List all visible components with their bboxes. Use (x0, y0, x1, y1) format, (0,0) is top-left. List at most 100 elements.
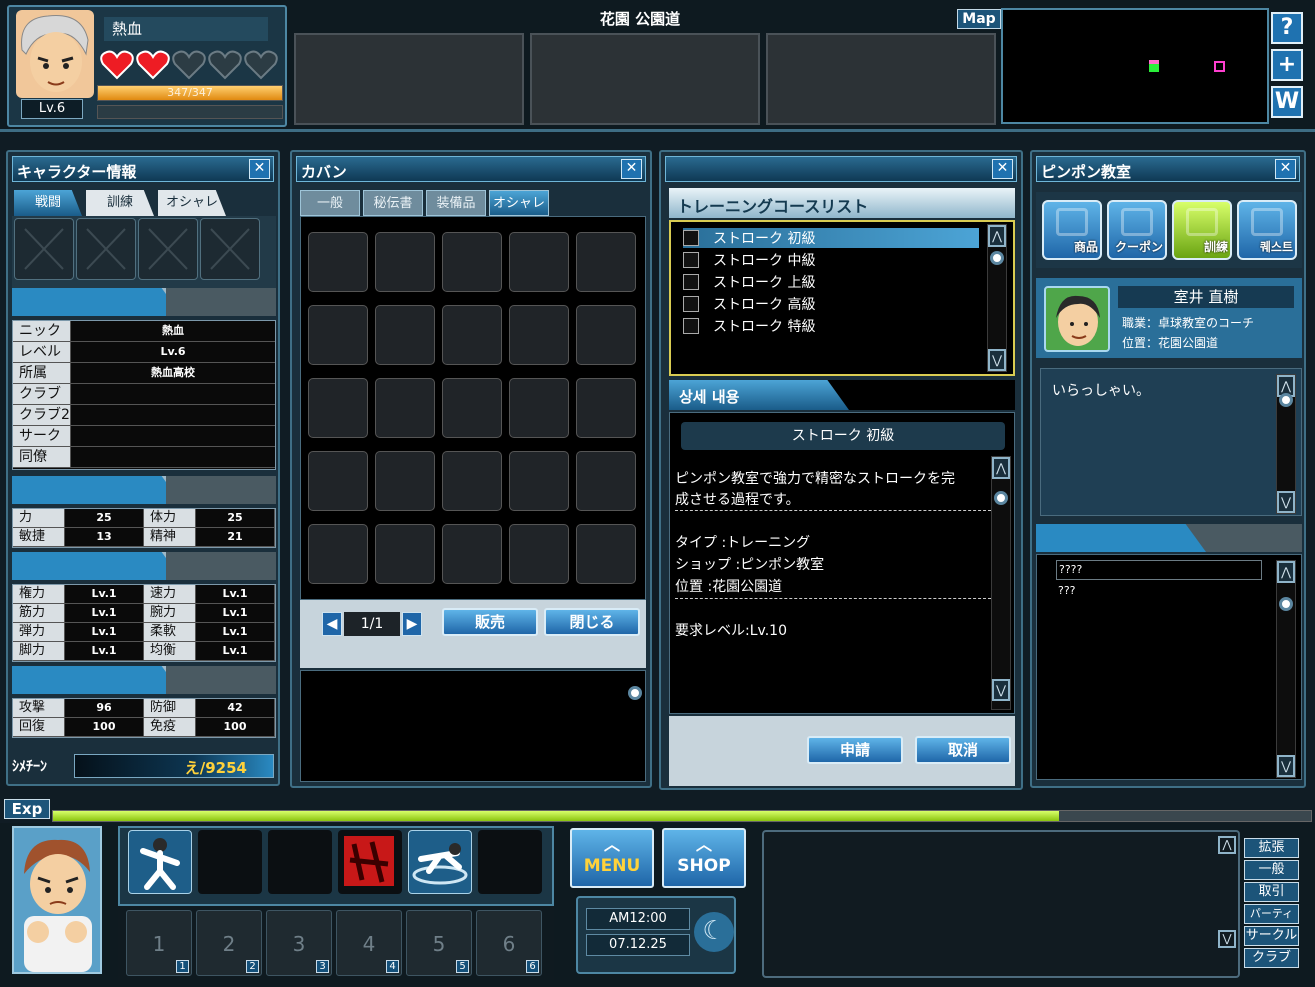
chat-tab-3[interactable]: パーティー (1244, 904, 1299, 938)
bag-slot[interactable] (308, 232, 368, 292)
bag-slot[interactable] (442, 451, 502, 511)
close-icon[interactable]: ✕ (992, 159, 1013, 179)
training-titlebar[interactable]: ✕ (665, 156, 1017, 182)
dialog-scrollbar[interactable]: ⋀ ⋁ (1276, 374, 1296, 514)
close-icon[interactable]: ✕ (249, 159, 270, 179)
bag-slot[interactable] (308, 524, 368, 584)
scroll-down-icon[interactable]: ⋁ (1277, 491, 1295, 513)
player-avatar-large[interactable] (12, 826, 102, 974)
scroll-down-icon[interactable]: ⋁ (992, 679, 1010, 701)
bag-slot[interactable] (509, 232, 569, 292)
checkbox[interactable] (683, 230, 699, 246)
checkbox[interactable] (683, 296, 699, 312)
tab-bag-3[interactable]: オシャレ (489, 190, 549, 216)
course-item[interactable]: ストローク 中級 (683, 250, 979, 270)
tab-bag-0[interactable]: 一般 (300, 190, 360, 216)
equip-slot[interactable] (200, 218, 260, 280)
hotkey-slot-1[interactable]: 11 (126, 910, 192, 976)
bag-slot[interactable] (308, 451, 368, 511)
tab-shop-3[interactable]: 퀘스트 (1237, 200, 1297, 260)
world-button[interactable]: W (1271, 86, 1303, 118)
chat-window[interactable] (762, 830, 1240, 978)
bag-slot[interactable] (375, 524, 435, 584)
help-button[interactable]: ? (1271, 12, 1303, 44)
shop-button[interactable]: ︿ SHOP (662, 828, 746, 888)
chat-tab-0[interactable]: 拡張 (1244, 838, 1299, 858)
course-scrollbar[interactable]: ⋀ ⋁ (987, 224, 1007, 372)
quickslot-3[interactable] (766, 33, 996, 125)
skill-slot-6[interactable] (478, 830, 542, 894)
cancel-button[interactable]: 取消 (915, 736, 1011, 764)
tab-character-0[interactable]: 戦闘 (14, 190, 82, 216)
detail-scrollbar[interactable]: ⋀ ⋁ (991, 456, 1011, 710)
expand-button[interactable]: + (1271, 49, 1303, 81)
bag-slot[interactable] (308, 378, 368, 438)
chat-scroll-up-icon[interactable]: ⋀ (1218, 836, 1236, 854)
sell-button[interactable]: 販売 (442, 608, 538, 636)
tab-shop-2[interactable]: 訓練 (1172, 200, 1232, 260)
bag-slot[interactable] (375, 378, 435, 438)
close-button[interactable]: 閉じる (544, 608, 640, 636)
quest-item-2[interactable]: ??? (1058, 584, 1076, 597)
page-next-button[interactable]: ▶ (402, 612, 422, 636)
bag-slot[interactable] (375, 451, 435, 511)
bag-slot[interactable] (442, 378, 502, 438)
scroll-up-icon[interactable]: ⋀ (988, 225, 1006, 247)
checkbox[interactable] (683, 318, 699, 334)
chat-tab-2[interactable]: 取引 (1244, 882, 1299, 902)
skill-slot-2[interactable] (198, 830, 262, 894)
course-item[interactable]: ストローク 特級 (683, 316, 979, 336)
bag-slot[interactable] (509, 524, 569, 584)
bag-slot[interactable] (576, 232, 636, 292)
tab-character-1[interactable]: 訓練 (86, 190, 154, 216)
quickslot-1[interactable] (294, 33, 524, 125)
scroll-up-icon[interactable]: ⋀ (992, 457, 1010, 479)
scroll-knob[interactable] (994, 491, 1008, 505)
hotkey-slot-6[interactable]: 66 (476, 910, 542, 976)
scroll-knob[interactable] (990, 251, 1004, 265)
bag-slot[interactable] (576, 378, 636, 438)
scroll-down-icon[interactable]: ⋁ (1277, 755, 1295, 777)
scroll-knob[interactable] (1279, 393, 1293, 407)
chat-tab-4[interactable]: サークル (1244, 926, 1299, 946)
tab-shop-1[interactable]: クーポン (1107, 200, 1167, 260)
equip-slot[interactable] (76, 218, 136, 280)
course-item[interactable]: ストローク 初級 (683, 228, 979, 248)
quickslot-2[interactable] (530, 33, 760, 125)
bag-slot[interactable] (509, 305, 569, 365)
skill-slot-5[interactable] (408, 830, 472, 894)
course-item[interactable]: ストローク 高級 (683, 294, 979, 314)
scroll-down-icon[interactable]: ⋁ (988, 349, 1006, 371)
checkbox[interactable] (683, 274, 699, 290)
avatar[interactable] (16, 10, 94, 98)
scroll-up-icon[interactable]: ⋀ (1277, 561, 1295, 583)
menu-button[interactable]: ︿ MENU (570, 828, 654, 888)
chat-tab-5[interactable]: クラブ (1244, 948, 1299, 968)
bag-slot[interactable] (442, 232, 502, 292)
bag-slot[interactable] (509, 378, 569, 438)
bag-slot[interactable] (308, 305, 368, 365)
pingpong-titlebar[interactable]: ピンポン教室 ✕ (1036, 156, 1300, 182)
page-prev-button[interactable]: ◀ (322, 612, 342, 636)
bag-info-scroll-knob[interactable] (628, 686, 642, 700)
chat-tab-1[interactable]: 一般 (1244, 860, 1299, 880)
bag-slot[interactable] (509, 451, 569, 511)
chat-scroll-down-icon[interactable]: ⋁ (1218, 930, 1236, 948)
quest-item-1[interactable]: ???? (1056, 560, 1262, 580)
hotkey-slot-5[interactable]: 55 (406, 910, 472, 976)
bag-slot[interactable] (576, 524, 636, 584)
bag-titlebar[interactable]: カバン ✕ (296, 156, 646, 182)
bag-slot[interactable] (442, 524, 502, 584)
minimap[interactable] (1001, 8, 1269, 124)
apply-button[interactable]: 申請 (807, 736, 903, 764)
skill-slot-1[interactable] (128, 830, 192, 894)
skill-slot-3[interactable] (268, 830, 332, 894)
tab-bag-1[interactable]: 秘伝書 (363, 190, 423, 216)
bag-slot[interactable] (442, 305, 502, 365)
tab-character-2[interactable]: オシャレ (158, 190, 226, 216)
quest-scrollbar[interactable]: ⋀ ⋁ (1276, 560, 1296, 778)
tab-shop-0[interactable]: 商品 (1042, 200, 1102, 260)
bag-slot[interactable] (375, 305, 435, 365)
hotkey-slot-2[interactable]: 22 (196, 910, 262, 976)
character-panel-titlebar[interactable]: キャラクター情報 ✕ (12, 156, 274, 182)
